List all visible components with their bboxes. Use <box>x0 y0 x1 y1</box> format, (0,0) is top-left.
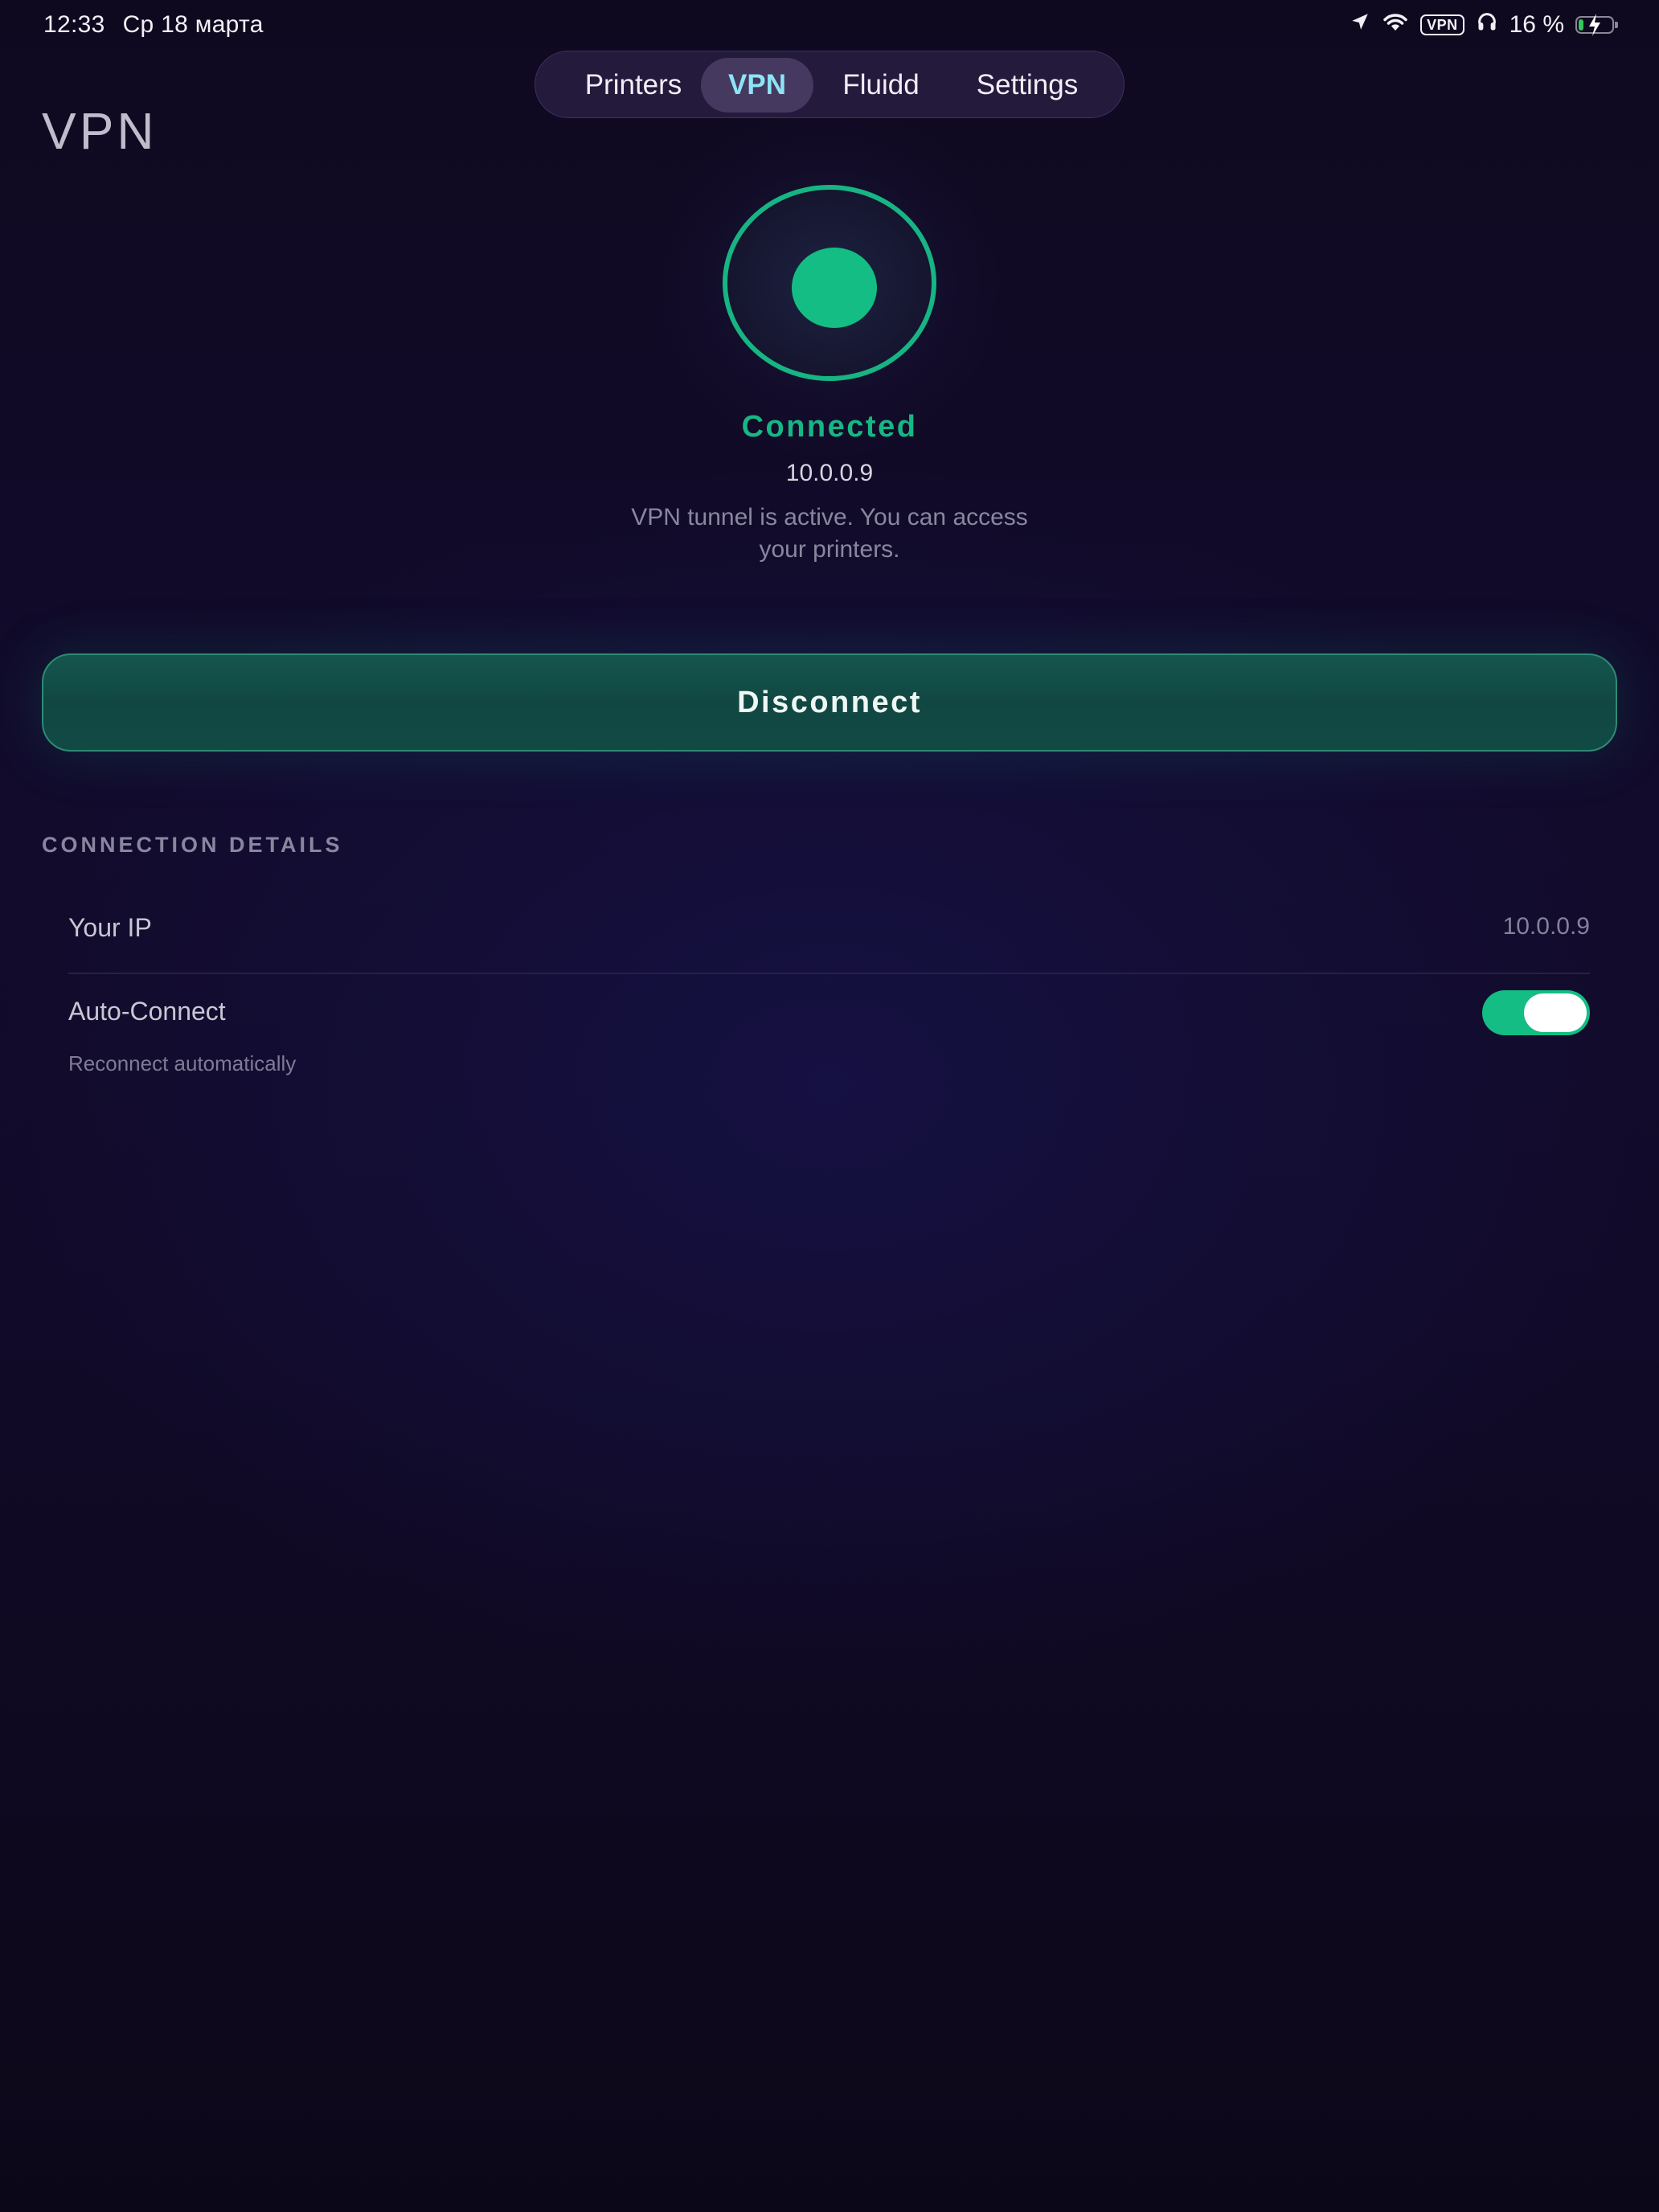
auto-connect-label: Auto-Connect <box>68 997 226 1026</box>
section-header-connection-details: CONNECTION DETAILS <box>42 833 343 857</box>
tab-settings[interactable]: Settings <box>947 58 1108 113</box>
status-time: 12:33 <box>43 11 105 38</box>
battery-level-fill <box>1579 19 1583 31</box>
status-ring <box>723 185 936 381</box>
auto-connect-row: Auto-Connect Reconnect automatically <box>68 990 1590 1079</box>
wifi-icon <box>1382 11 1409 39</box>
row-divider <box>68 973 1590 974</box>
your-ip-row: Your IP 10.0.0.9 <box>68 913 1590 973</box>
battery-charging-icon <box>1575 14 1618 36</box>
status-date: Ср 18 марта <box>122 11 264 38</box>
disconnect-button[interactable]: Disconnect <box>42 653 1617 752</box>
status-bar: 12:33 Ср 18 марта VPN 16 % <box>0 0 1659 50</box>
auto-connect-subtitle: Reconnect automatically <box>68 1051 297 1075</box>
battery-percent: 16 % <box>1509 11 1564 38</box>
status-time-date: 12:33 Ср 18 марта <box>43 11 264 39</box>
status-indicators: VPN 16 % <box>1350 10 1618 40</box>
status-ring-icon <box>642 104 1017 461</box>
auto-connect-toggle[interactable] <box>1482 990 1590 1035</box>
page-title: VPN <box>42 102 158 160</box>
connection-status-label: Connected <box>741 410 918 444</box>
vpn-badge: VPN <box>1420 14 1464 35</box>
tab-printers[interactable]: Printers <box>553 58 714 113</box>
your-ip-value: 10.0.0.9 <box>1502 913 1590 940</box>
your-ip-label: Your IP <box>68 913 152 942</box>
connection-description: VPN tunnel is active. You can access you… <box>631 504 1028 563</box>
status-dot <box>792 248 877 328</box>
headphones-icon <box>1476 10 1498 39</box>
tab-vpn[interactable]: VPN <box>701 58 813 113</box>
toggle-knob <box>1524 993 1587 1032</box>
connection-ip: 10.0.0.9 <box>785 460 874 486</box>
location-arrow-icon <box>1350 11 1370 39</box>
